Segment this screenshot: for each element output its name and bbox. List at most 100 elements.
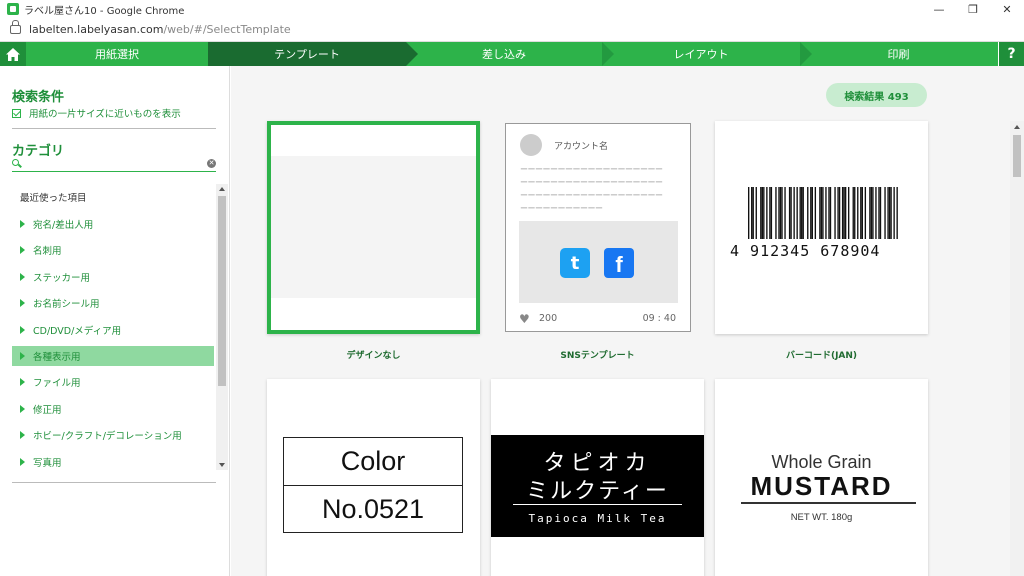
category-label: 修正用 — [33, 404, 62, 416]
expand-arrow-icon — [20, 219, 25, 228]
category-label: 名刺用 — [33, 246, 62, 258]
barcode-bar — [769, 187, 771, 239]
template-card-tapioca[interactable]: タピオカ ミルクティー Tapioca Milk Tea — [491, 379, 704, 576]
category-label: ホビー/クラフト/デコレーション用 — [33, 431, 182, 443]
category-item-correction[interactable]: 修正用 — [12, 396, 214, 423]
step-paper-select[interactable]: 用紙選択 — [26, 42, 208, 66]
expand-arrow-icon — [20, 457, 25, 466]
category-label: ステッカー用 — [33, 272, 91, 284]
category-scrollbar[interactable] — [216, 184, 228, 470]
address-bar[interactable]: labelten.labelyasan.com/web/#/SelectTemp… — [0, 18, 1024, 42]
barcode-bar — [814, 187, 817, 239]
scroll-up-icon[interactable] — [1014, 125, 1020, 129]
minimize-icon[interactable]: — — [922, 0, 956, 18]
expand-arrow-icon — [20, 299, 25, 308]
grid-scrollbar[interactable] — [1010, 121, 1024, 576]
mustard-line3: NET WT. 180g — [790, 512, 853, 523]
barcode-bar — [752, 187, 754, 239]
divider — [12, 482, 216, 483]
category-item-name-seal[interactable]: お名前シール用 — [12, 290, 214, 317]
category-search-input[interactable]: ✕ — [12, 158, 216, 172]
result-count-badge: 検索結果 493 — [826, 83, 927, 107]
close-icon[interactable]: ✕ — [990, 0, 1024, 18]
barcode-bar — [799, 187, 801, 239]
category-item-media[interactable]: CD/DVD/メディア用 — [12, 317, 214, 344]
step-divider — [406, 42, 418, 66]
url-host: labelten.labelyasan.com — [29, 23, 164, 36]
barcode-bar — [810, 187, 812, 239]
category-item-sticker[interactable]: ステッカー用 — [12, 264, 214, 291]
barcode-bar — [793, 187, 795, 239]
barcode-bar — [879, 187, 882, 239]
barcode-bar — [854, 187, 856, 239]
step-label: レイアウト — [673, 48, 729, 61]
barcode-bar — [869, 187, 871, 239]
mustard-line1: Whole Grain — [771, 452, 872, 472]
template-card-color[interactable]: Color No.0521 — [267, 379, 480, 576]
home-button[interactable] — [0, 42, 26, 66]
lock-icon — [10, 20, 21, 34]
barcode-bar — [841, 187, 844, 239]
category-item-photo[interactable]: 写真用 — [12, 449, 214, 471]
barcode-bar — [781, 187, 783, 239]
step-template[interactable]: テンプレート — [208, 42, 406, 66]
category-label: ファイル用 — [33, 378, 81, 390]
home-icon — [6, 47, 20, 61]
barcode-bar — [896, 187, 898, 239]
barcode-bar — [778, 187, 780, 239]
barcode-bar — [755, 187, 757, 239]
barcode-bar — [875, 187, 877, 239]
category-item-business-card[interactable]: 名刺用 — [12, 237, 214, 264]
barcode-bar — [820, 187, 823, 239]
scroll-up-icon[interactable] — [219, 187, 225, 191]
scrollbar-thumb[interactable] — [218, 196, 226, 386]
barcode-bar — [829, 187, 832, 239]
expand-arrow-icon — [20, 272, 25, 281]
tapioca-preview: タピオカ ミルクティー Tapioca Milk Tea — [491, 435, 704, 537]
sns-time: 09 : 40 — [642, 313, 676, 324]
scrollbar-thumb[interactable] — [1013, 135, 1021, 177]
category-item-file[interactable]: ファイル用 — [12, 369, 214, 396]
sns-text-line: ーーーーーーーーーーーーーーーーーーー — [520, 191, 663, 200]
color-line1: Color — [340, 446, 406, 476]
barcode-bar — [861, 187, 863, 239]
step-merge[interactable]: 差し込み — [406, 42, 602, 66]
barcode-bar — [837, 187, 839, 239]
barcode-bar — [779, 187, 782, 239]
step-layout[interactable]: レイアウト — [602, 42, 800, 66]
scroll-down-icon[interactable] — [219, 463, 225, 467]
template-card-blank[interactable] — [267, 121, 480, 334]
template-card-barcode[interactable]: 4 912345 678904 — [715, 121, 928, 334]
barcode-bar — [864, 187, 867, 239]
barcode-digits: 4 912345 678904 — [730, 242, 881, 260]
step-label: テンプレート — [274, 48, 340, 61]
step-print[interactable]: 印刷 — [800, 42, 997, 66]
clear-search-icon[interactable]: ✕ — [207, 159, 216, 168]
template-card-sns[interactable]: アカウント名 ーーーーーーーーーーーーーーーーーーー ーーーーーーーーーーーーー… — [491, 121, 704, 334]
barcode-bar — [807, 187, 809, 239]
barcode-bar — [893, 187, 895, 239]
barcode-bar — [884, 187, 886, 239]
near-size-checkbox[interactable]: 用紙の一片サイズに近いものを表示 — [12, 106, 181, 120]
avatar — [520, 134, 542, 156]
template-card-mustard[interactable]: Whole Grain MUSTARD NET WT. 180g — [715, 379, 928, 576]
sns-text-line: ーーーーーーーーーーー — [520, 204, 603, 213]
barcode-bar — [770, 187, 773, 239]
heart-icon: ♥ — [519, 312, 530, 326]
barcode-bar — [766, 187, 768, 239]
sns-preview: アカウント名 ーーーーーーーーーーーーーーーーーーー ーーーーーーーーーーーーー… — [505, 123, 691, 332]
barcode-bar — [802, 187, 804, 239]
category-label: 最近使った項目 — [20, 193, 87, 205]
category-item-recent[interactable]: 最近使った項目 — [12, 184, 214, 211]
step-navigation: 用紙選択 テンプレート 差し込み レイアウト 印刷 ? — [0, 42, 1024, 66]
browser-title-bar: ラベル屋さん10 - Google Chrome — ❐ ✕ — [0, 0, 1024, 18]
template-label: デザインなし — [346, 351, 401, 361]
divider — [12, 128, 216, 129]
category-item-hobby[interactable]: ホビー/クラフト/デコレーション用 — [12, 422, 214, 449]
category-item-display[interactable]: 各種表示用 — [12, 346, 214, 366]
restore-icon[interactable]: ❐ — [956, 0, 990, 18]
barcode-bar — [843, 187, 845, 239]
help-button[interactable]: ? — [998, 42, 1024, 66]
category-item-address[interactable]: 宛名/差出人用 — [12, 211, 214, 238]
barcode-bar — [860, 187, 862, 239]
